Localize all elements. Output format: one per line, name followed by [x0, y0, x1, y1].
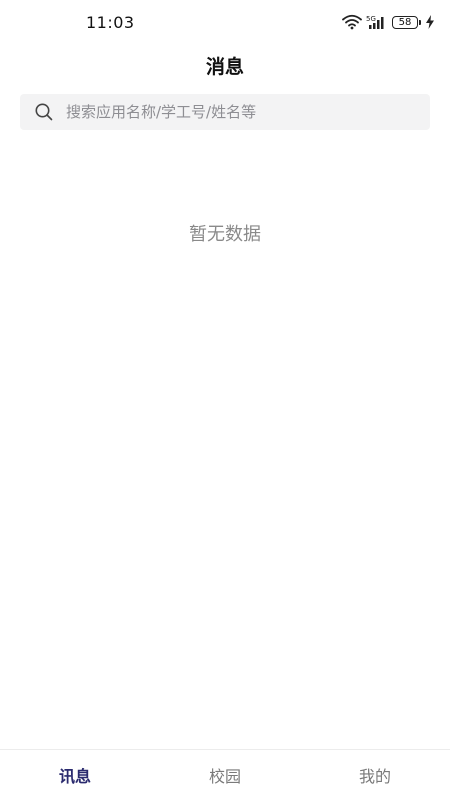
status-bar: 11:03 5G 58	[0, 0, 450, 44]
status-time: 11:03	[86, 13, 135, 32]
search-box[interactable]	[20, 94, 430, 130]
tab-campus[interactable]: 校园	[150, 750, 300, 800]
search-input[interactable]	[66, 103, 406, 121]
status-icons: 5G 58	[342, 13, 434, 31]
wifi-icon	[342, 14, 362, 30]
battery-level: 58	[398, 16, 412, 28]
charging-bolt-icon	[426, 15, 434, 29]
page-title: 消息	[205, 56, 244, 78]
svg-text:5G: 5G	[366, 15, 376, 23]
tab-mine[interactable]: 我的	[300, 750, 450, 800]
empty-state-text: 暂无数据	[189, 224, 261, 245]
battery-icon: 58	[392, 15, 421, 29]
cellular-5g-icon: 5G	[366, 15, 384, 29]
search-icon	[35, 103, 53, 121]
tab-messages[interactable]: 讯息	[0, 750, 150, 800]
bottom-tab-bar: 讯息 校园 我的	[0, 749, 450, 800]
